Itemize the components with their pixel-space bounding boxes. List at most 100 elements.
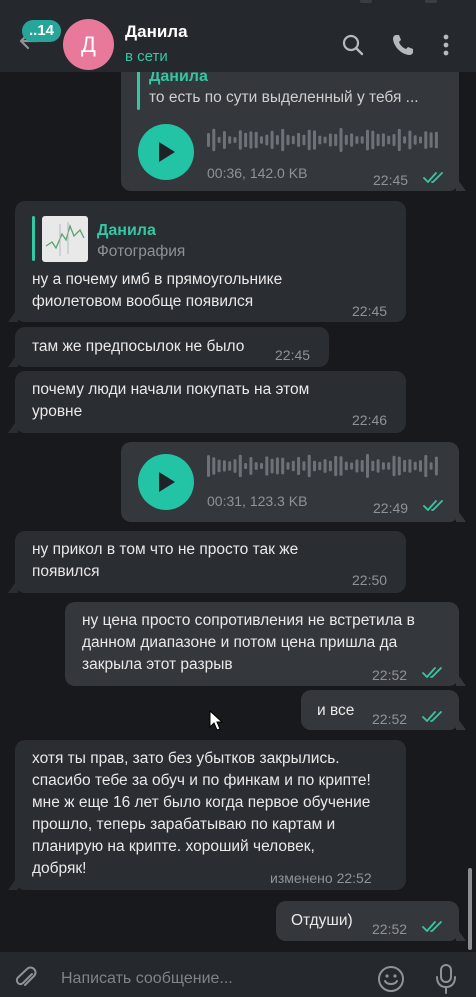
avatar[interactable]: Д — [63, 19, 114, 70]
waveform-bar — [260, 136, 263, 144]
waveform-bar — [297, 132, 301, 147]
microphone-icon[interactable] — [433, 963, 459, 995]
waveform-bar — [355, 459, 359, 473]
waveform-bar — [281, 128, 285, 152]
message-time: 22:45 — [352, 303, 388, 319]
waveform-bar — [397, 128, 401, 152]
waveform-bar — [228, 136, 232, 144]
message-bubble-in[interactable]: хотя ты прав, зато без убытков закрылись… — [8, 740, 406, 890]
message-bubble-out[interactable]: ну цена просто сопротивления не встретил… — [65, 602, 466, 686]
message-text: там же предпосылок не было — [32, 338, 245, 355]
waveform-bar — [281, 457, 285, 475]
window-fragment — [360, 0, 372, 3]
waveform-bar — [350, 462, 354, 470]
message-bubble-out[interactable]: и все 22:52 — [301, 690, 466, 730]
waveform-bar — [366, 129, 369, 151]
scrollbar-thumb[interactable] — [468, 868, 472, 950]
waveform-bar — [434, 456, 438, 476]
play-button[interactable] — [138, 124, 194, 180]
double-check-icon — [422, 921, 442, 932]
waveform-bar — [371, 460, 375, 472]
search-icon[interactable] — [340, 32, 366, 58]
waveform-bar — [328, 460, 332, 472]
message-time: 22:46 — [352, 412, 388, 428]
message-time: изменено 22:52 — [270, 870, 372, 886]
waveform-bar — [339, 456, 343, 476]
waveform-bar — [313, 460, 316, 472]
message-time: 22:45 — [373, 172, 409, 188]
waveform-bar — [291, 135, 295, 145]
message-text: хотя ты прав, зато без убытков закрылись… — [32, 750, 371, 877]
waveform-bar — [222, 131, 226, 149]
contact-status: в сети — [125, 48, 168, 65]
message-bubble-in[interactable]: Данила Фотография ну а почему имб в прям… — [8, 201, 406, 322]
emoji-icon[interactable] — [376, 964, 406, 994]
waveform-bar — [244, 463, 248, 470]
waveform-bar — [228, 461, 232, 471]
waveform-bar — [413, 461, 417, 471]
waveform-bar — [265, 456, 269, 476]
waveform-bar — [323, 459, 327, 473]
waveform-bar — [207, 455, 210, 477]
message-text: ну прикол в том что не просто так же поя… — [32, 541, 299, 580]
waveform-bar — [286, 134, 290, 146]
voice-waveform[interactable] — [207, 126, 442, 154]
waveform-bar — [424, 131, 428, 149]
waveform-bar — [302, 461, 306, 471]
unread-badge: ..14 — [22, 20, 62, 42]
play-button[interactable] — [138, 454, 194, 510]
reply-bar — [32, 216, 35, 261]
more-vertical-icon[interactable] — [433, 32, 459, 58]
waveform-bar — [350, 133, 354, 147]
message-bubble-in[interactable]: ну прикол в том что не просто так же поя… — [8, 531, 406, 593]
waveform-bar — [334, 133, 338, 147]
phone-icon[interactable] — [390, 32, 416, 58]
message-text: и все — [317, 702, 355, 719]
waveform-bar — [434, 131, 438, 149]
waveform-bar — [376, 133, 380, 147]
message-time: 22:52 — [372, 711, 408, 727]
waveform-bar — [366, 454, 369, 478]
voice-waveform[interactable] — [207, 452, 442, 480]
message-time: 22:45 — [275, 347, 311, 363]
reply-photo-thumbnail — [42, 216, 88, 262]
message-bubble-in[interactable]: там же предпосылок не было 22:45 — [8, 327, 329, 367]
contact-name[interactable]: Данила — [125, 22, 188, 42]
waveform-bar — [334, 455, 338, 477]
waveform-bar — [275, 135, 279, 145]
message-bubble-out[interactable]: 00:31, 123.3 KB 22:49 — [121, 442, 466, 522]
waveform-bar — [344, 134, 348, 145]
waveform-bar — [392, 134, 396, 147]
waveform-bar — [238, 454, 242, 478]
waveform-bar — [275, 457, 279, 475]
waveform-bar — [233, 459, 237, 473]
waveform-bar — [238, 130, 242, 150]
waveform-bar — [403, 459, 407, 473]
message-time: 22:49 — [373, 500, 409, 516]
waveform-bar — [270, 130, 274, 150]
waveform-bar — [265, 134, 269, 146]
message-input[interactable]: Написать сообщение... — [61, 970, 233, 988]
reply-text: то есть по сути выделенный у тебя ... — [149, 89, 419, 106]
waveform-bar — [392, 455, 396, 477]
waveform-bar — [429, 462, 433, 470]
waveform-bar — [318, 135, 322, 145]
waveform-bar — [307, 454, 311, 478]
waveform-bar — [339, 128, 343, 152]
waveform-bar — [297, 456, 301, 476]
waveform-bar — [291, 460, 295, 472]
attach-icon[interactable] — [13, 966, 39, 992]
waveform-bar — [249, 457, 253, 475]
message-time: 22:52 — [372, 921, 408, 937]
waveform-bar — [429, 132, 433, 148]
waveform-bar — [270, 458, 274, 474]
chat-header: ..14 Д Данила в сети — [0, 0, 476, 72]
play-icon — [159, 472, 175, 492]
message-bubble-out[interactable]: Отдуши) 22:52 — [276, 901, 466, 941]
waveform-bar — [376, 459, 380, 473]
message-bubble-in[interactable]: почему люди начали покупать на этом уров… — [8, 371, 406, 433]
waveform-bar — [318, 461, 322, 471]
waveform-bar — [328, 133, 332, 147]
waveform-bar — [355, 136, 359, 144]
waveform-bar — [260, 462, 263, 469]
